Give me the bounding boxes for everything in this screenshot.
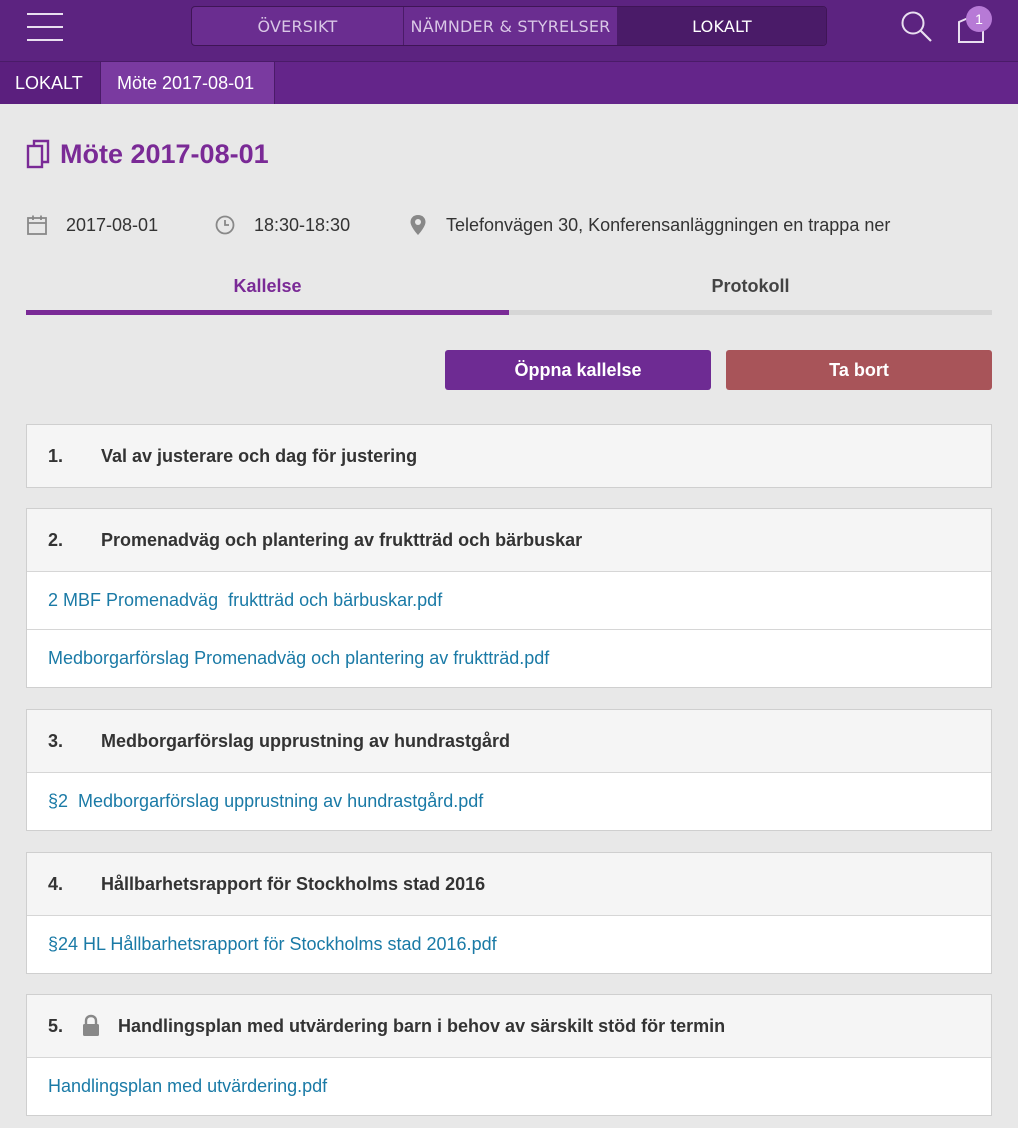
attachment-link[interactable]: §24 HL Hållbarhetsrapport för Stockholms… — [27, 915, 991, 973]
breadcrumb-lokalt[interactable]: LOKALT — [0, 62, 100, 104]
top-bar: ÖVERSIKT NÄMNDER & STYRELSER LOKALT 1 — [0, 0, 1018, 62]
attachment-link[interactable]: Medborgarförslag Promenadväg och planter… — [27, 629, 991, 687]
meeting-date-text: 2017-08-01 — [66, 214, 159, 235]
page-header: Möte 2017-08-01 — [26, 136, 269, 172]
location-pin-icon — [410, 215, 426, 235]
breadcrumb: LOKALT Möte 2017-08-01 — [0, 62, 1018, 104]
tab-underline-active — [26, 310, 509, 315]
agenda-item-number: 1. — [48, 445, 64, 466]
meeting-time-text: 18:30-18:30 — [254, 214, 351, 235]
nav-oversikt[interactable]: ÖVERSIKT — [192, 7, 404, 45]
tab-kallelse[interactable]: Kallelse — [26, 270, 509, 302]
breadcrumb-current: Möte 2017-08-01 — [100, 62, 275, 104]
agenda-item-number: 2. — [48, 529, 64, 550]
main-nav: ÖVERSIKT NÄMNDER & STYRELSER LOKALT — [191, 6, 827, 46]
cart-count-badge: 1 — [966, 6, 992, 32]
agenda-item-header[interactable]: 4. Hållbarhetsrapport för Stockholms sta… — [27, 853, 991, 915]
nav-namnder-styrelser[interactable]: NÄMNDER & STYRELSER — [404, 7, 618, 45]
agenda-item-title: Handlingsplan med utvärdering barn i beh… — [118, 1015, 726, 1036]
attachment-link[interactable]: §2 Medborgarförslag upprustning av hundr… — [27, 772, 991, 830]
tab-protokoll[interactable]: Protokoll — [509, 270, 992, 302]
meeting-location: Telefonvägen 30, Konferensanläggningen e… — [408, 212, 890, 238]
agenda-item-number: 3. — [48, 730, 64, 751]
agenda-item-header[interactable]: 1. Val av justerare och dag för justerin… — [27, 425, 991, 487]
agenda-item-title: Hållbarhetsrapport för Stockholms stad 2… — [101, 873, 486, 894]
agenda-item: 3. Medborgarförslag upprustning av hundr… — [26, 709, 992, 831]
nav-lokalt[interactable]: LOKALT — [618, 7, 826, 45]
menu-icon[interactable] — [27, 13, 63, 41]
agenda-item: 2. Promenadväg och plantering av frukttr… — [26, 508, 992, 688]
lock-icon — [81, 1014, 118, 1038]
calendar-icon — [27, 215, 47, 235]
agenda-item-title: Medborgarförslag upprustning av hundrast… — [101, 730, 511, 751]
meeting-location-text: Telefonvägen 30, Konferensanläggningen e… — [446, 214, 891, 235]
delete-button[interactable]: Ta bort — [726, 350, 992, 390]
attachment-link[interactable]: Handlingsplan med utvärdering.pdf — [27, 1057, 991, 1115]
agenda-item-header[interactable]: 2. Promenadväg och plantering av frukttr… — [27, 509, 991, 571]
clock-icon — [215, 215, 235, 235]
agenda-item: 5. Handlingsplan med utvärdering barn i … — [26, 994, 992, 1116]
attachment-link[interactable]: 2 MBF Promenadväg fruktträd och bärbuska… — [27, 571, 991, 629]
agenda-item-title: Val av justerare och dag för justering — [101, 445, 418, 466]
meeting-time: 18:30-18:30 — [214, 212, 350, 238]
agenda-item: 1. Val av justerare och dag för justerin… — [26, 424, 992, 488]
page-title: Möte 2017-08-01 — [60, 138, 269, 169]
open-notice-button[interactable]: Öppna kallelse — [445, 350, 711, 390]
agenda-item: 4. Hållbarhetsrapport för Stockholms sta… — [26, 852, 992, 974]
agenda-item-header[interactable]: 5. Handlingsplan med utvärdering barn i … — [27, 995, 991, 1057]
meeting-date: 2017-08-01 — [26, 212, 158, 238]
agenda-item-number: 4. — [48, 873, 64, 894]
search-icon[interactable] — [900, 10, 934, 44]
agenda-item-header[interactable]: 3. Medborgarförslag upprustning av hundr… — [27, 710, 991, 772]
agenda-item-title: Promenadväg och plantering av fruktträd … — [101, 529, 583, 550]
document-icon — [26, 139, 50, 169]
